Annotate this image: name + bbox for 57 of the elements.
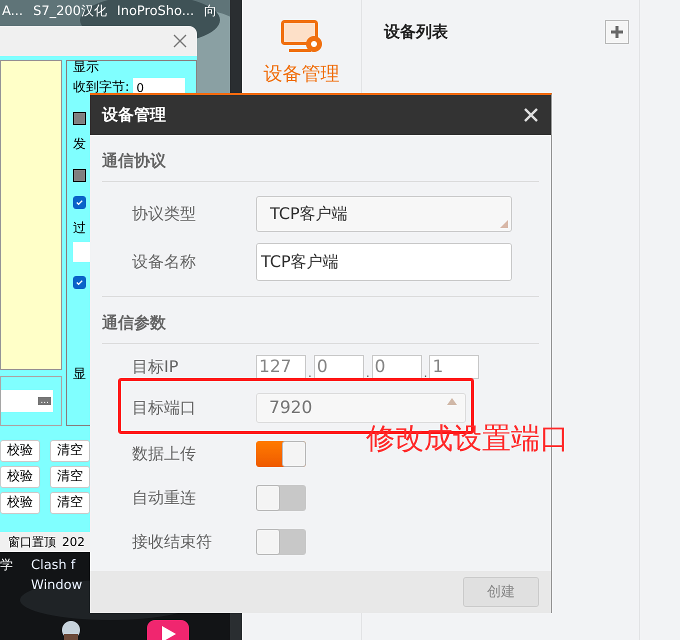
dialog-title: 设备管理	[102, 104, 166, 126]
option-label: 过	[73, 220, 86, 238]
checkbox[interactable]	[73, 196, 86, 208]
port-field[interactable]: 7920	[256, 393, 466, 423]
toggle-switch[interactable]	[256, 485, 306, 511]
receive-area[interactable]	[0, 60, 62, 370]
dot-separator: .	[366, 367, 370, 379]
taskbar-label[interactable]: S7_200汉化	[33, 2, 107, 22]
ip-octet-field[interactable]: 0	[372, 355, 422, 379]
taskbar-label[interactable]: 向	[204, 2, 218, 22]
dot-separator: .	[308, 367, 312, 379]
checkbox[interactable]	[73, 276, 86, 289]
section-title: 通信协议	[102, 149, 539, 182]
field-label: 目标端口	[132, 397, 197, 419]
field-label: 目标IP	[132, 356, 180, 378]
play-icon[interactable]	[147, 620, 189, 640]
path-field[interactable]: ...	[1, 390, 53, 412]
taskbar-label[interactable]: InoProSho...	[116, 2, 194, 22]
action-button[interactable]: 校验	[0, 466, 40, 488]
action-button[interactable]: 清空	[50, 492, 90, 514]
field-label: 设备名称	[132, 251, 197, 273]
option-label: 显	[73, 366, 86, 384]
field-label: 数据上传	[132, 443, 197, 465]
dot-separator: .	[424, 367, 428, 379]
taskbar-label[interactable]: A...	[2, 2, 24, 22]
ip-octet-field[interactable]: 0	[314, 355, 364, 379]
monitor-gear-icon	[280, 20, 322, 54]
name-field[interactable]: TCP客户端	[256, 243, 512, 281]
checkmark-icon	[75, 198, 84, 206]
action-button[interactable]: 清空	[50, 466, 90, 488]
toggle-switch[interactable]	[256, 529, 306, 555]
action-button[interactable]: 校验	[0, 440, 40, 462]
status-item: 窗口置顶	[8, 534, 56, 551]
field-label: 协议类型	[132, 203, 197, 225]
action-button[interactable]: 校验	[0, 492, 40, 514]
field-label: 自动重连	[132, 487, 197, 509]
corner-icon	[500, 220, 508, 228]
ip-octet-field[interactable]: 127	[256, 355, 306, 379]
ip-octet-field[interactable]: 1	[429, 355, 480, 379]
desktop-icon-label[interactable]: 学	[0, 556, 13, 596]
browse-button[interactable]: ...	[38, 397, 51, 405]
desktop-icon-label[interactable]: Clash f	[31, 556, 82, 576]
section-title: 通信参数	[102, 311, 539, 344]
add-icon[interactable]	[605, 20, 629, 44]
action-button[interactable]: 清空	[50, 440, 90, 462]
field-label: 接收结束符	[132, 531, 213, 553]
field-label: 收到字节:	[73, 79, 130, 98]
option-label: 发	[73, 136, 86, 154]
toggle-switch[interactable]	[256, 441, 306, 467]
checkmark-icon	[75, 278, 84, 287]
desktop-icon-label[interactable]: Window	[31, 576, 82, 596]
list-title: 设备列表	[384, 21, 448, 43]
protocol-select[interactable]: TCP客户端	[256, 196, 512, 232]
panel-title: 显示	[73, 61, 99, 75]
status-item: 202	[62, 534, 85, 551]
checkbox[interactable]	[73, 168, 86, 182]
checkbox[interactable]	[73, 112, 86, 125]
